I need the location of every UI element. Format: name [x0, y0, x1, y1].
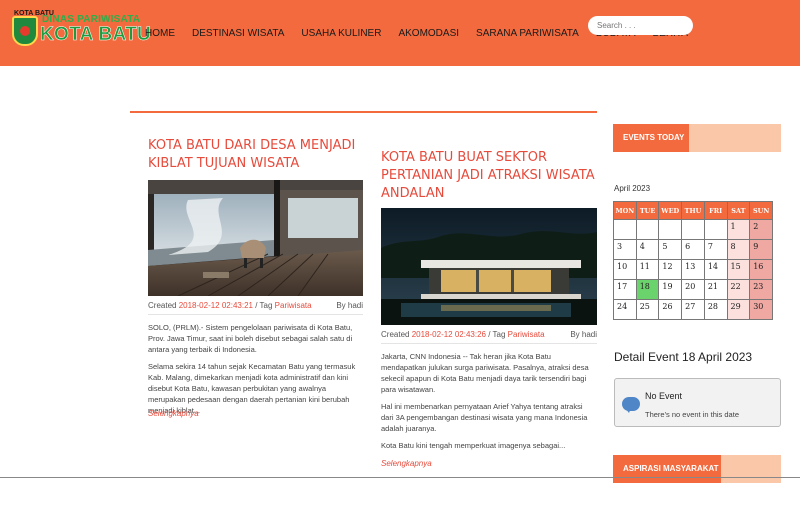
search-input[interactable] — [588, 16, 693, 35]
calendar-day[interactable] — [681, 219, 705, 240]
post-title[interactable]: KOTA BATU BUAT SEKTOR PERTANIAN JADI ATR… — [381, 149, 597, 203]
calendar-day[interactable]: 2 — [749, 219, 773, 240]
post-image-house[interactable] — [381, 208, 597, 325]
post-meta: Created 2018-02-12 02:43:26 / Tag Pariwi… — [381, 330, 597, 339]
calendar-day[interactable]: 1 — [726, 219, 751, 240]
calendar-day[interactable] — [658, 219, 683, 240]
calendar-month: April 2023 — [614, 184, 651, 193]
excerpt-paragraph: Jakarta, CNN Indonesia -- Tak heran jika… — [381, 352, 589, 394]
calendar-day[interactable]: 12 — [658, 259, 683, 280]
calendar-day[interactable]: 15 — [726, 259, 751, 280]
calendar-day[interactable]: 13 — [681, 259, 705, 280]
post-excerpt: Jakarta, CNN Indonesia -- Tak heran jika… — [381, 351, 597, 457]
weekday-header: MON — [613, 201, 637, 220]
calendar-day[interactable]: 3 — [613, 239, 637, 260]
nav-destinasi-wisata[interactable]: DESTINASI WISATA — [192, 28, 284, 39]
created-label: Created — [381, 330, 410, 339]
calendar-day[interactable]: 30 — [749, 299, 773, 320]
calendar-day[interactable]: 28 — [703, 299, 728, 320]
calendar-day[interactable]: 27 — [681, 299, 705, 320]
read-more-link[interactable]: Selengkapnya — [148, 409, 199, 418]
post-date[interactable]: 2018-02-12 02:43:21 — [179, 301, 253, 310]
tag-label: / Tag — [255, 301, 273, 310]
calendar-day[interactable]: 29 — [726, 299, 751, 320]
calendar-day[interactable]: 11 — [635, 259, 660, 280]
meta-divider — [381, 343, 597, 344]
excerpt-paragraph: Kota Batu kini tengah memperkuat imageny… — [381, 441, 566, 450]
calendar-day[interactable] — [613, 219, 637, 240]
aspirasi-title: ASPIRASI MASYARAKAT — [613, 455, 721, 483]
calendar-day[interactable]: 6 — [681, 239, 705, 260]
post-author: By hadi — [336, 301, 363, 310]
calendar-day[interactable]: 26 — [658, 299, 683, 320]
post-tag[interactable]: Pariwisata — [275, 301, 312, 310]
calendar-day[interactable]: 10 — [613, 259, 637, 280]
content-divider — [130, 111, 597, 113]
weekday-header: WED — [658, 201, 683, 220]
nav-home[interactable]: HOME — [145, 28, 175, 39]
calendar-day[interactable]: 22 — [726, 279, 751, 300]
calendar-day[interactable]: 4 — [635, 239, 660, 260]
header-bar: KOTA BATU DINAS PARIWISATA KOTA BATU HOM… — [0, 0, 800, 66]
events-today-title: EVENTS TODAY — [613, 124, 689, 152]
calendar-day[interactable]: 7 — [703, 239, 728, 260]
calendar-day[interactable]: 21 — [703, 279, 728, 300]
calendar-day[interactable] — [635, 219, 660, 240]
created-label: Created — [148, 301, 177, 310]
events-today-header: EVENTS TODAY — [613, 124, 781, 152]
calendar-day[interactable]: 16 — [749, 259, 773, 280]
crest-icon — [12, 16, 38, 46]
post-tag[interactable]: Pariwisata — [508, 330, 545, 339]
detail-event-title: Detail Event 18 April 2023 — [614, 350, 753, 364]
no-event-description: There's no event in this date — [645, 410, 739, 419]
site-logo[interactable]: KOTA BATU DINAS PARIWISATA KOTA BATU — [12, 10, 151, 46]
event-detail-box: No Event There's no event in this date — [614, 378, 781, 427]
calendar-day[interactable]: 9 — [749, 239, 773, 260]
calendar-day[interactable]: 8 — [726, 239, 751, 260]
weekday-header: FRI — [703, 201, 728, 220]
nav-sarana-pariwisata[interactable]: SARANA PARIWISATA — [476, 28, 579, 39]
calendar-day[interactable]: 14 — [703, 259, 728, 280]
post-author: By hadi — [570, 330, 597, 339]
calendar-day[interactable]: 25 — [635, 299, 660, 320]
tag-label: / Tag — [488, 330, 506, 339]
calendar-day[interactable]: 20 — [681, 279, 705, 300]
event-calendar: MON TUE WED THU FRI SAT SUN 1 2 3 4 5 6 … — [613, 201, 773, 320]
calendar-day[interactable]: 19 — [658, 279, 683, 300]
post-meta: Created 2018-02-12 02:43:21 / Tag Pariwi… — [148, 301, 363, 310]
meta-divider — [148, 314, 363, 315]
post-excerpt: SOLO, (PRLM).- Sistem pengelolaan pariwi… — [148, 322, 363, 422]
post-date[interactable]: 2018-02-12 02:43:26 — [412, 330, 486, 339]
aspirasi-header: ASPIRASI MASYARAKAT — [613, 455, 781, 483]
weekday-header: SUN — [749, 201, 773, 220]
nav-akomodasi[interactable]: AKOMODASI — [398, 28, 459, 39]
excerpt-paragraph: Selama sekira 14 tahun sejak Kecamatan B… — [148, 362, 356, 415]
excerpt-paragraph: SOLO, (PRLM).- Sistem pengelolaan pariwi… — [148, 323, 353, 354]
weekday-header: THU — [681, 201, 705, 220]
post-image-interior[interactable] — [148, 180, 363, 296]
chat-bubble-icon — [622, 397, 640, 413]
calendar-day[interactable]: 24 — [613, 299, 637, 320]
weekday-header: TUE — [635, 201, 660, 220]
excerpt-paragraph: Hal ini membenarkan pernyataan Arief Yah… — [381, 402, 588, 433]
calendar-day[interactable]: 17 — [613, 279, 637, 300]
no-event-title: No Event — [645, 391, 683, 401]
read-more-link[interactable]: Selengkapnya — [381, 459, 432, 468]
calendar-day[interactable] — [703, 219, 728, 240]
weekday-header: SAT — [726, 201, 751, 220]
logo-line-2: KOTA BATU — [40, 24, 152, 46]
nav-usaha-kuliner[interactable]: USAHA KULINER — [301, 28, 381, 39]
post-title[interactable]: KOTA BATU DARI DESA MENJADI KIBLAT TUJUA… — [148, 137, 363, 173]
viewport-bottom-edge — [0, 477, 800, 478]
calendar-day-today[interactable]: 18 — [635, 279, 660, 300]
calendar-day[interactable]: 5 — [658, 239, 683, 260]
calendar-day[interactable]: 23 — [749, 279, 773, 300]
